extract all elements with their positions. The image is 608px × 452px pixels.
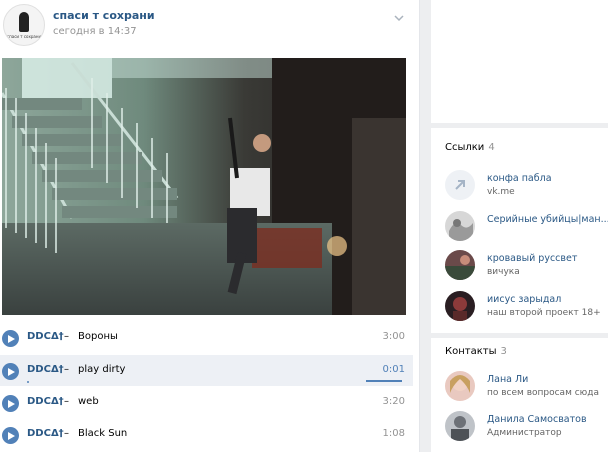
track-duration: 3:00 [382, 331, 405, 342]
post-card: спаси т сохрани спаси т сохрани сегодня … [0, 0, 420, 452]
track-artist[interactable]: DDCΔ† [27, 396, 64, 407]
track-progress-bar[interactable] [366, 380, 402, 382]
play-icon[interactable] [2, 395, 19, 412]
post-header: спаси т сохрани спаси т сохрани сегодня … [0, 0, 419, 56]
audio-track[interactable]: DDCΔ† – Вороны 3:00 [0, 322, 413, 353]
contacts-title[interactable]: Контакты 3 [445, 346, 507, 357]
group-name-link[interactable]: спаси т сохрани [53, 9, 155, 22]
links-block: Ссылки 4 конфа пабла vk.me Серийные убийц… [431, 128, 608, 333]
avatar-caption: спаси т сохрани [6, 34, 42, 39]
track-artist[interactable]: DDCΔ† [27, 364, 64, 375]
link-subtitle: vk.me [487, 187, 515, 197]
track-separator: – [64, 364, 69, 375]
play-icon[interactable] [2, 363, 19, 380]
link-thumbnail [445, 250, 475, 280]
audio-track-active[interactable]: DDCΔ† – play dirty 0:01 [0, 355, 413, 386]
links-count: 4 [488, 142, 495, 153]
progress-marker [27, 381, 29, 383]
contact-name[interactable]: Данила Самосватов [487, 414, 608, 425]
track-title[interactable]: web [78, 396, 99, 407]
link-arrow-icon [445, 170, 475, 200]
video-frame [2, 58, 406, 315]
link-item[interactable]: кровавый руссвет вичука [445, 250, 608, 284]
link-item[interactable]: конфа пабла vk.me [445, 170, 608, 204]
contacts-block: Контакты 3 Лана Ли по всем вопросам сюда … [431, 338, 608, 452]
contact-avatar[interactable] [445, 411, 475, 441]
contact-item[interactable]: Данила Самосватов Администратор [445, 411, 608, 445]
contact-role: по всем вопросам сюда [487, 388, 599, 398]
contact-role: Администратор [487, 428, 562, 438]
link-name[interactable]: иисус зарыдал [487, 294, 608, 305]
link-item[interactable]: Серийные убийцы|ман... [445, 211, 608, 245]
contacts-title-label: Контакты [445, 346, 497, 357]
track-duration: 0:01 [382, 364, 405, 375]
track-separator: – [64, 331, 69, 342]
link-name[interactable]: конфа пабла [487, 173, 608, 184]
track-duration: 1:08 [382, 428, 405, 439]
link-name[interactable]: Серийные убийцы|ман... [487, 214, 608, 225]
link-subtitle: наш второй проект 18+ [487, 308, 601, 318]
track-separator: – [64, 396, 69, 407]
link-name[interactable]: кровавый руссвет [487, 253, 608, 264]
track-artist[interactable]: DDCΔ† [27, 331, 64, 342]
links-title-label: Ссылки [445, 142, 485, 153]
link-item[interactable]: иисус зарыдал наш второй проект 18+ [445, 291, 608, 325]
track-duration: 3:20 [382, 396, 405, 407]
video-player[interactable] [2, 58, 406, 315]
contact-avatar[interactable] [445, 371, 475, 401]
track-title[interactable]: Black Sun [78, 428, 127, 439]
link-thumbnail [445, 211, 475, 241]
play-icon[interactable] [2, 330, 19, 347]
contacts-count: 3 [500, 346, 507, 357]
play-icon[interactable] [2, 427, 19, 444]
links-title[interactable]: Ссылки 4 [445, 142, 495, 153]
sidebar-top-block [431, 0, 608, 123]
contact-name[interactable]: Лана Ли [487, 374, 608, 385]
link-subtitle: вичука [487, 267, 520, 277]
group-avatar[interactable]: спаси т сохрани [3, 4, 45, 46]
chevron-down-icon[interactable] [392, 11, 406, 25]
audio-track[interactable]: DDCΔ† – Black Sun 1:08 [0, 419, 413, 450]
audio-track[interactable]: DDCΔ† – web 3:20 [0, 387, 413, 418]
post-time[interactable]: сегодня в 14:37 [53, 26, 137, 37]
track-separator: – [64, 428, 69, 439]
avatar-figure [19, 12, 29, 32]
track-title[interactable]: Вороны [78, 331, 118, 342]
track-artist[interactable]: DDCΔ† [27, 428, 64, 439]
link-thumbnail [445, 291, 475, 321]
contact-item[interactable]: Лана Ли по всем вопросам сюда [445, 371, 608, 405]
track-title[interactable]: play dirty [78, 364, 125, 375]
